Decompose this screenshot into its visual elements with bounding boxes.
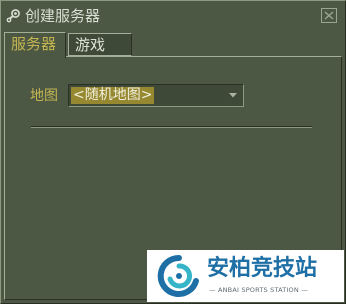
divider	[31, 126, 312, 128]
anbai-logo-icon	[157, 254, 199, 297]
tab-servers-label: 服务器	[11, 35, 57, 53]
tab-games-label: 游戏	[75, 36, 106, 54]
map-selected-value: <随机地图>	[71, 87, 155, 104]
watermark: 安柏竞技站 — ANBAI SPORTS STATION —	[147, 250, 344, 302]
watermark-subtitle: — ANBAI SPORTS STATION —	[209, 286, 308, 294]
chevron-down-icon	[229, 93, 237, 98]
title-bar: 创建服务器	[1, 1, 345, 31]
tab-servers[interactable]: 服务器	[4, 32, 66, 58]
close-button[interactable]	[321, 8, 337, 23]
tab-games[interactable]: 游戏	[68, 33, 132, 56]
map-dropdown[interactable]: <随机地图>	[68, 84, 244, 107]
close-icon	[324, 11, 334, 20]
window-title: 创建服务器	[25, 7, 101, 25]
watermark-name: 安柏竞技站	[207, 256, 318, 281]
steam-icon	[5, 8, 21, 24]
create-server-dialog: 创建服务器 服务器 游戏 地图 <随机地图> 安柏竞技站 — ANBAI SPO…	[0, 0, 346, 304]
map-label: 地图	[30, 88, 58, 104]
